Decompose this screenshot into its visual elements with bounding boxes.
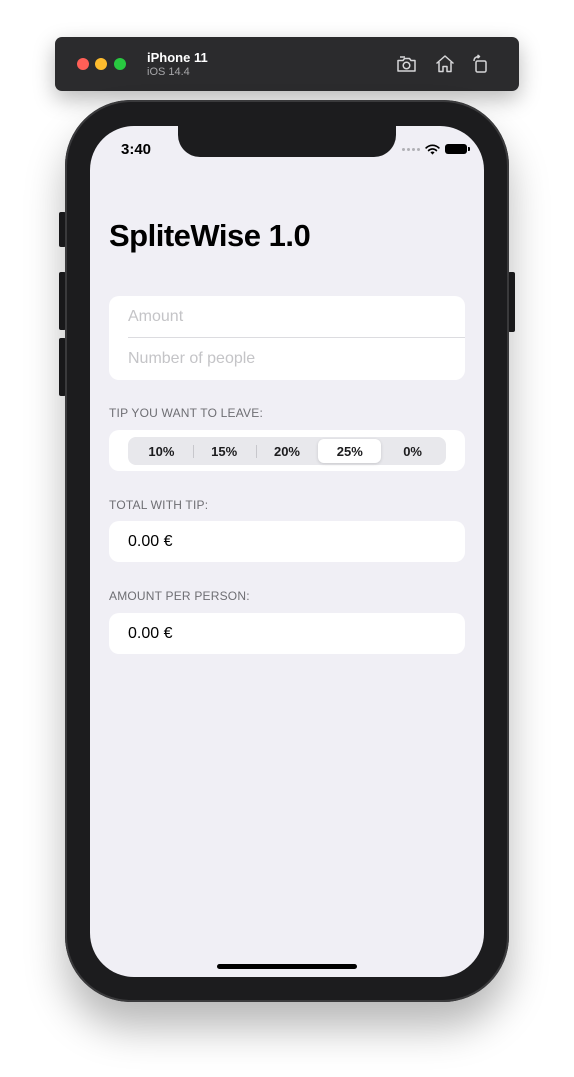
device-name: iPhone 11 xyxy=(147,50,208,65)
total-with-tip-value: 0.00 € xyxy=(128,533,173,550)
status-time: 3:40 xyxy=(121,141,152,158)
per-person-section-header: AMOUNT PER PERSON: xyxy=(109,589,250,603)
power-button xyxy=(508,272,515,332)
tip-option-0[interactable]: 0% xyxy=(381,439,444,463)
close-window-button[interactable] xyxy=(77,58,89,70)
minimize-window-button[interactable] xyxy=(95,58,107,70)
home-indicator[interactable] xyxy=(217,964,357,969)
tip-option-10[interactable]: 10% xyxy=(130,439,193,463)
simulator-title-bar: iPhone 11 iOS 14.4 xyxy=(55,37,519,91)
status-indicators xyxy=(402,142,470,156)
screenshot-icon[interactable] xyxy=(395,52,419,76)
amount-field[interactable] xyxy=(128,296,465,338)
tip-option-25[interactable]: 25% xyxy=(318,439,382,463)
app-title: SpliteWise 1.0 xyxy=(109,218,311,253)
cellular-dots-icon xyxy=(402,147,420,151)
per-person-section: 0.00 € xyxy=(109,613,465,654)
total-section-header: TOTAL WITH TIP: xyxy=(109,498,209,512)
home-icon[interactable] xyxy=(433,52,457,76)
tip-section-header: TIP YOU WANT TO LEAVE: xyxy=(109,406,264,420)
wifi-icon xyxy=(425,143,440,155)
phone-screen: 3:40 SpliteWise 1.0 TIP YOU WANT TO LEAV… xyxy=(90,126,484,977)
os-version: iOS 14.4 xyxy=(147,66,190,78)
tip-option-20[interactable]: 20% xyxy=(255,439,319,463)
total-section: 0.00 € xyxy=(109,521,465,562)
number-of-people-field[interactable] xyxy=(128,338,465,380)
input-section xyxy=(109,296,465,380)
notch xyxy=(178,126,396,157)
tip-section: 10% 15% 20% 25% 0% xyxy=(109,430,465,471)
zoom-window-button[interactable] xyxy=(114,58,126,70)
tip-segmented-control: 10% 15% 20% 25% 0% xyxy=(128,437,446,465)
rotate-icon[interactable] xyxy=(469,52,493,76)
tip-option-15[interactable]: 15% xyxy=(192,439,256,463)
simulator-stage: iPhone 11 iOS 14.4 3:40 SpliteWise 1.0 A… xyxy=(0,0,574,1077)
battery-icon xyxy=(445,144,470,154)
amount-per-person-value: 0.00 € xyxy=(128,625,173,642)
